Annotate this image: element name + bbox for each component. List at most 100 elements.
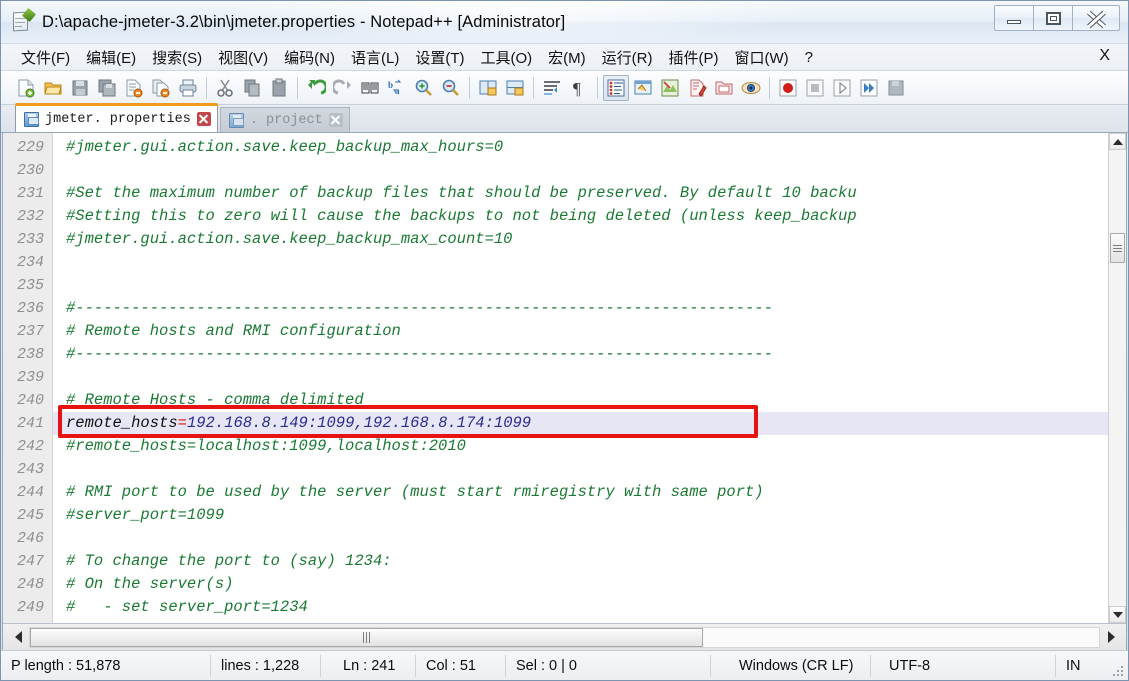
tab-close-icon[interactable] xyxy=(196,112,211,126)
horizontal-scroll-thumb[interactable] xyxy=(30,627,704,647)
menu-plugins[interactable]: 插件(P) xyxy=(660,45,726,70)
menu-macro[interactable]: 宏(M) xyxy=(540,45,594,70)
tab-close-icon[interactable] xyxy=(328,113,343,127)
show-all-chars-icon[interactable]: ¶ xyxy=(566,75,592,101)
code-line-highlighted: remote_hosts=192.168.8.149:1099,192.168.… xyxy=(53,412,1108,435)
vertical-scroll-thumb[interactable] xyxy=(1110,233,1125,263)
line-number: 247 xyxy=(16,553,44,570)
code-line: #---------------------------------------… xyxy=(66,299,773,317)
paste-icon[interactable] xyxy=(266,75,292,101)
menu-view[interactable]: 视图(V) xyxy=(210,45,276,70)
menu-file[interactable]: 文件(F) xyxy=(13,45,78,70)
tab-jmeter-properties[interactable]: jmeter. properties xyxy=(15,103,218,132)
redo-icon[interactable] xyxy=(330,75,356,101)
open-file-icon[interactable] xyxy=(40,75,66,101)
indent-guide-icon[interactable] xyxy=(603,74,629,101)
status-eol[interactable]: Windows (CR LF) xyxy=(711,654,871,677)
vertical-scroll-track[interactable] xyxy=(1109,150,1126,606)
property-key: remote_hosts xyxy=(66,414,178,432)
find-icon[interactable] xyxy=(357,75,383,101)
code-line: #remote_hosts=localhost:1099,localhost:2… xyxy=(66,437,466,455)
menu-settings[interactable]: 设置(T) xyxy=(407,45,472,70)
menu-edit[interactable]: 编辑(E) xyxy=(78,45,144,70)
code-line: # To change the port to (say) 1234: xyxy=(66,552,392,570)
code-line: # Remote Hosts - comma delimited xyxy=(66,391,364,409)
line-number: 249 xyxy=(16,599,44,616)
chevron-left-icon xyxy=(14,631,22,643)
toolbar-separator xyxy=(769,76,770,99)
tab-dot-project[interactable]: . project xyxy=(219,107,350,132)
record-macro-icon[interactable] xyxy=(775,75,801,101)
menu-run[interactable]: 运行(R) xyxy=(594,45,661,70)
save-indicator-icon xyxy=(24,111,39,127)
menu-window[interactable]: 窗口(W) xyxy=(726,45,796,70)
copy-icon[interactable] xyxy=(239,75,265,101)
resize-grip-icon[interactable] xyxy=(1111,664,1125,678)
vertical-scrollbar[interactable] xyxy=(1108,133,1126,623)
save-all-icon[interactable] xyxy=(94,75,120,101)
monitoring-icon[interactable] xyxy=(738,75,764,101)
replace-icon[interactable]: b a xyxy=(384,75,410,101)
line-number: 243 xyxy=(16,461,44,478)
user-defined-dialog-icon[interactable] xyxy=(630,75,656,101)
line-number: 244 xyxy=(16,484,44,501)
sync-vertical-icon[interactable] xyxy=(475,75,501,101)
status-length: P length : 51,878 xyxy=(1,654,211,677)
close-button[interactable] xyxy=(1072,5,1120,31)
function-list-icon[interactable] xyxy=(684,75,710,101)
maximize-button[interactable] xyxy=(1033,5,1073,31)
status-insert-mode[interactable]: IN xyxy=(1056,655,1091,677)
status-encoding[interactable]: UTF-8 xyxy=(871,654,1056,677)
code-area[interactable]: 229 230 231 232 233 234 235 236 237 238 … xyxy=(3,133,1108,623)
scroll-left-button[interactable] xyxy=(9,628,27,647)
line-number: 241 xyxy=(16,415,44,432)
save-icon[interactable] xyxy=(67,75,93,101)
line-number: 232 xyxy=(16,208,44,225)
save-macro-icon[interactable] xyxy=(883,75,909,101)
tab-label: . project xyxy=(249,112,323,128)
run-macro-multiple-icon[interactable] xyxy=(856,75,882,101)
show-doc-map-icon[interactable] xyxy=(657,75,683,101)
horizontal-scrollbar[interactable] xyxy=(3,623,1126,650)
menu-encoding[interactable]: 编码(N) xyxy=(276,45,343,70)
minimize-button[interactable] xyxy=(994,5,1034,31)
line-number: 235 xyxy=(16,277,44,294)
line-number: 242 xyxy=(16,438,44,455)
word-wrap-icon[interactable] xyxy=(539,75,565,101)
code-line: #---------------------------------------… xyxy=(66,345,773,363)
status-bar: P length : 51,878 lines : 1,228 Ln : 241… xyxy=(1,650,1128,680)
zoom-in-icon[interactable] xyxy=(411,75,437,101)
editor-pane: 229 230 231 232 233 234 235 236 237 238 … xyxy=(2,133,1127,650)
scroll-down-button[interactable] xyxy=(1109,606,1126,623)
menu-language[interactable]: 语言(L) xyxy=(343,45,407,70)
folder-as-workspace-icon[interactable] xyxy=(711,75,737,101)
line-number: 237 xyxy=(16,323,44,340)
cut-icon[interactable] xyxy=(212,75,238,101)
sync-horizontal-icon[interactable] xyxy=(502,75,528,101)
line-number: 234 xyxy=(16,254,44,271)
play-macro-icon[interactable] xyxy=(829,75,855,101)
close-file-icon[interactable] xyxy=(121,75,147,101)
code-lines[interactable]: #jmeter.gui.action.save.keep_backup_max_… xyxy=(53,133,1108,623)
svg-text:b: b xyxy=(388,80,393,90)
horizontal-scroll-track[interactable] xyxy=(29,626,1100,648)
tab-bar: jmeter. properties . project xyxy=(1,103,1128,133)
scroll-right-button[interactable] xyxy=(1102,628,1120,647)
scroll-up-button[interactable] xyxy=(1109,133,1126,150)
close-document-button[interactable]: X xyxy=(1093,47,1116,65)
status-selection: Sel : 0 | 0 xyxy=(506,654,711,677)
menu-tools[interactable]: 工具(O) xyxy=(472,45,540,70)
menu-search[interactable]: 搜索(S) xyxy=(144,45,210,70)
menu-help[interactable]: ? xyxy=(797,47,821,68)
line-number: 238 xyxy=(16,346,44,363)
print-icon[interactable] xyxy=(175,75,201,101)
close-all-icon[interactable] xyxy=(148,75,174,101)
line-number: 248 xyxy=(16,576,44,593)
zoom-out-icon[interactable] xyxy=(438,75,464,101)
new-file-icon[interactable] xyxy=(13,75,39,101)
stop-record-icon[interactable] xyxy=(802,75,828,101)
line-number: 239 xyxy=(16,369,44,386)
undo-icon[interactable] xyxy=(303,75,329,101)
